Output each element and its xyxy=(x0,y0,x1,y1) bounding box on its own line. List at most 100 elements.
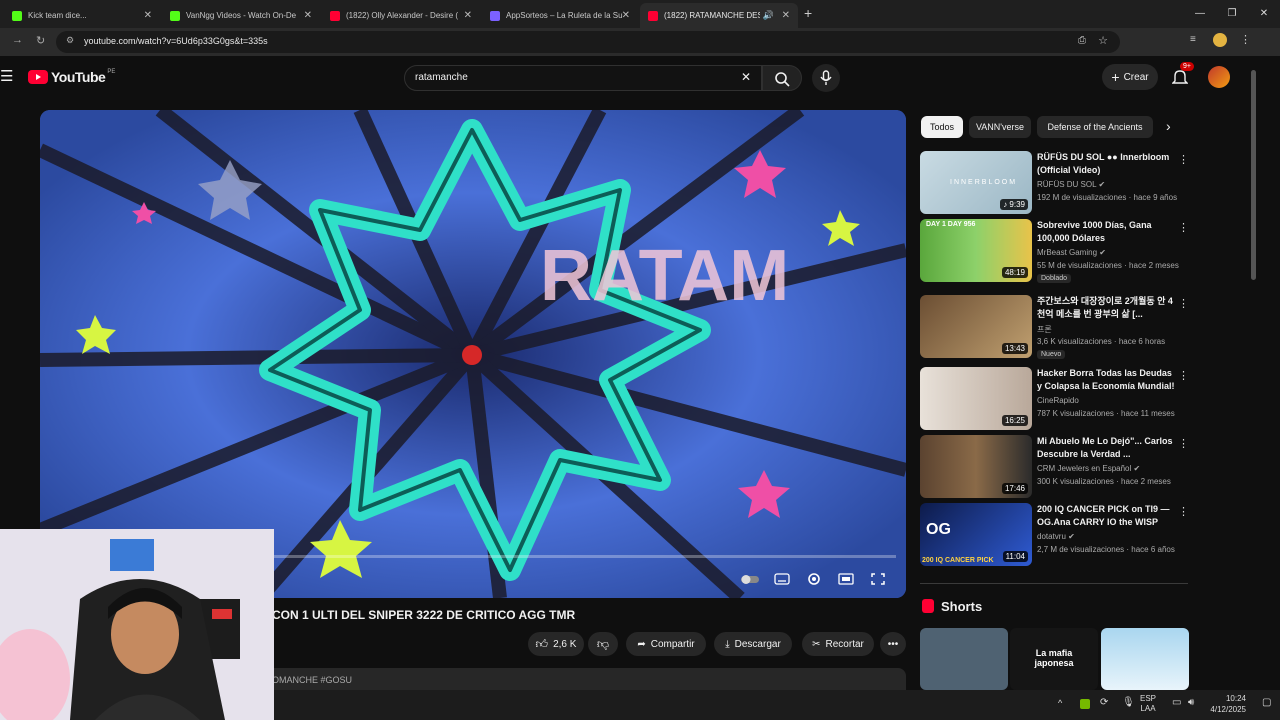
media-control-icon[interactable]: ≡ xyxy=(1190,34,1196,45)
close-tab-icon[interactable]: ✕ xyxy=(622,10,630,21)
profile-avatar-icon[interactable] xyxy=(1213,33,1227,47)
share-button[interactable]: ➦ Compartir xyxy=(626,632,706,656)
channel-name[interactable]: MrBeast Gaming ✔ xyxy=(1037,248,1106,257)
recommendation-item[interactable]: 13:43 주간보스와 대장장이로 2개월동 안 4천억 메소를 번 광부의 삶… xyxy=(920,295,1192,359)
chip-todos[interactable]: Todos xyxy=(921,116,963,138)
channel-name[interactable]: 프론 xyxy=(1037,324,1052,335)
close-tab-icon[interactable]: ✕ xyxy=(144,10,152,21)
install-app-icon[interactable]: ⎙ xyxy=(1078,35,1086,46)
channel-name[interactable]: RÜFÜS DU SOL ✔ xyxy=(1037,180,1105,189)
short-thumbnail[interactable] xyxy=(920,628,1008,690)
recommendation-title[interactable]: 200 IQ CANCER PICK on TI9 — OG.Ana CARRY… xyxy=(1037,503,1177,529)
more-vertical-icon[interactable]: ⋮ xyxy=(1178,505,1189,518)
channel-name[interactable]: dotatvru ✔ xyxy=(1037,532,1075,541)
youtube-play-logo-icon xyxy=(28,70,48,84)
kick-favicon-icon xyxy=(170,10,180,21)
recommendation-title[interactable]: Mi Abuelo Me Lo Dejó"... Carlos Descubre… xyxy=(1037,435,1177,461)
sync-tray-icon[interactable]: ⟳ xyxy=(1100,697,1108,708)
more-actions-button[interactable]: ••• xyxy=(880,632,906,656)
volume-icon[interactable]: 🔊︎ xyxy=(1188,697,1194,708)
address-bar[interactable]: ⚙ youtube.com/watch?v=6Ud6p33G0gs&t=335s… xyxy=(56,31,1120,53)
minimize-icon[interactable]: — xyxy=(1184,0,1216,28)
channel-name[interactable]: CRM Jewelers en Español ✔ xyxy=(1037,464,1140,473)
recommendation-title[interactable]: Sobrevive 1000 Días, Gana 100,000 Dólare… xyxy=(1037,219,1177,245)
video-thumbnail[interactable]: 17:46 xyxy=(920,435,1032,498)
speaker-icon[interactable]: 🔊 xyxy=(763,10,774,21)
language-indicator[interactable]: ESP LAA xyxy=(1140,694,1156,714)
more-vertical-icon[interactable]: ⋮ xyxy=(1178,153,1189,166)
browser-tab[interactable]: AppSorteos – La Ruleta de la Su ✕ xyxy=(482,3,638,28)
notifications-button[interactable]: 9+ xyxy=(1171,62,1194,91)
nvidia-tray-icon[interactable] xyxy=(1080,699,1090,709)
user-avatar[interactable] xyxy=(1208,66,1230,88)
close-window-icon[interactable]: ✕ xyxy=(1248,0,1280,28)
hamburger-menu-icon[interactable]: ☰ xyxy=(0,67,13,85)
verified-icon: ✔ xyxy=(1133,464,1141,473)
new-tab-icon[interactable]: + xyxy=(804,5,812,21)
more-vertical-icon[interactable]: ⋮ xyxy=(1178,369,1189,382)
chip-dota[interactable]: Defense of the Ancients xyxy=(1037,116,1153,138)
channel-name[interactable]: CineRapido xyxy=(1037,396,1079,405)
video-player[interactable]: RATAM xyxy=(40,110,906,598)
short-thumbnail[interactable] xyxy=(1101,628,1189,690)
bookmark-star-icon[interactable]: ☆ xyxy=(1098,34,1108,47)
recommendation-item[interactable]: DAY 1 DAY 956 48:19 Sobrevive 1000 Días,… xyxy=(920,219,1192,283)
settings-gear-icon[interactable] xyxy=(806,572,822,586)
recommendation-title[interactable]: 주간보스와 대장장이로 2개월동 안 4천억 메소를 번 광부의 삶 [... xyxy=(1037,295,1177,321)
more-vertical-icon[interactable]: ⋮ xyxy=(1178,437,1189,450)
fullscreen-icon[interactable] xyxy=(870,572,886,586)
search-input[interactable]: ratamanche ✕ xyxy=(404,65,762,91)
chip-vannverse[interactable]: VANN'verse xyxy=(969,116,1031,138)
dislike-button[interactable]: 👎︎ xyxy=(588,632,618,656)
tab-title: VanNgg Videos - Watch On-De xyxy=(186,11,297,20)
verified-icon: ✔ xyxy=(1098,180,1106,189)
site-info-icon[interactable]: ⚙ xyxy=(66,35,74,46)
reload-icon[interactable]: ↻ xyxy=(36,34,45,47)
search-button[interactable] xyxy=(762,65,802,91)
more-vertical-icon[interactable]: ⋮ xyxy=(1178,221,1189,234)
browser-tab[interactable]: (1822) Olly Alexander - Desire ( ✕ xyxy=(322,3,480,28)
clip-button[interactable]: ✂ Recortar xyxy=(802,632,874,656)
short-thumbnail[interactable]: La mafia japonesa xyxy=(1010,628,1098,690)
download-button[interactable]: ⤓ Descargar xyxy=(714,632,792,656)
network-icon[interactable]: ▭ xyxy=(1172,697,1181,708)
browser-tab[interactable]: Kick team dice... ✕ xyxy=(4,3,160,28)
video-thumbnail[interactable]: OG 200 IQ CANCER PICK 11:04 xyxy=(920,503,1032,566)
create-button[interactable]: + Crear xyxy=(1102,64,1158,90)
recommendation-title[interactable]: RÜFÜS DU SOL ●● Innerbloom (Official Vid… xyxy=(1037,151,1177,177)
recommendation-item[interactable]: 17:46 Mi Abuelo Me Lo Dejó"... Carlos De… xyxy=(920,435,1192,499)
video-thumbnail[interactable]: 16:25 xyxy=(920,367,1032,430)
clock[interactable]: 10:24 4/12/2025 xyxy=(1206,693,1246,715)
youtube-logo[interactable]: YouTube PE xyxy=(28,69,115,85)
kick-favicon-icon xyxy=(12,10,22,21)
clear-search-icon[interactable]: ✕ xyxy=(741,70,751,84)
video-thumbnail[interactable]: DAY 1 DAY 956 48:19 xyxy=(920,219,1032,282)
forward-icon[interactable]: → xyxy=(12,34,23,46)
browser-menu-icon[interactable]: ⋮ xyxy=(1240,33,1251,46)
chevron-up-icon[interactable]: ^ xyxy=(1058,698,1062,708)
browser-tab-active[interactable]: (1822) RATAMANCHE DESA 🔊 ✕ xyxy=(640,3,798,28)
recommendation-item[interactable]: 16:25 Hacker Borra Todas las Deudas y Co… xyxy=(920,367,1192,431)
recommendation-title[interactable]: Hacker Borra Todas las Deudas y Colapsa … xyxy=(1037,367,1177,393)
recommendation-item[interactable]: INNERBLOOM ♪ 9:39 RÜFÜS DU SOL ●● Innerb… xyxy=(920,151,1192,215)
close-tab-icon[interactable]: ✕ xyxy=(464,10,472,21)
voice-search-button[interactable] xyxy=(812,64,840,92)
autoplay-toggle[interactable] xyxy=(740,572,760,586)
theater-mode-icon[interactable] xyxy=(838,572,854,586)
close-tab-icon[interactable]: ✕ xyxy=(304,10,312,21)
video-thumbnail[interactable]: INNERBLOOM ♪ 9:39 xyxy=(920,151,1032,214)
maximize-icon[interactable]: ❐ xyxy=(1216,0,1248,28)
chevron-right-icon[interactable]: › xyxy=(1166,118,1171,134)
description-box[interactable]: OMANCHE #GOSU xyxy=(264,668,906,690)
page-scrollbar[interactable] xyxy=(1251,70,1256,280)
video-thumbnail[interactable]: 13:43 xyxy=(920,295,1032,358)
microphone-tray-icon[interactable]: 🎙︎ xyxy=(1122,697,1135,708)
browser-tab[interactable]: VanNgg Videos - Watch On-De ✕ xyxy=(162,3,320,28)
subtitles-icon[interactable] xyxy=(774,572,790,586)
recommendation-item[interactable]: OG 200 IQ CANCER PICK 11:04 200 IQ CANCE… xyxy=(920,503,1192,567)
notification-center-icon[interactable]: ▢ xyxy=(1262,697,1271,708)
like-button[interactable]: 👍︎ 2,6 K xyxy=(528,632,584,656)
clip-label: Recortar xyxy=(825,638,864,650)
close-tab-icon[interactable]: ✕ xyxy=(782,10,790,21)
more-vertical-icon[interactable]: ⋮ xyxy=(1178,297,1189,310)
